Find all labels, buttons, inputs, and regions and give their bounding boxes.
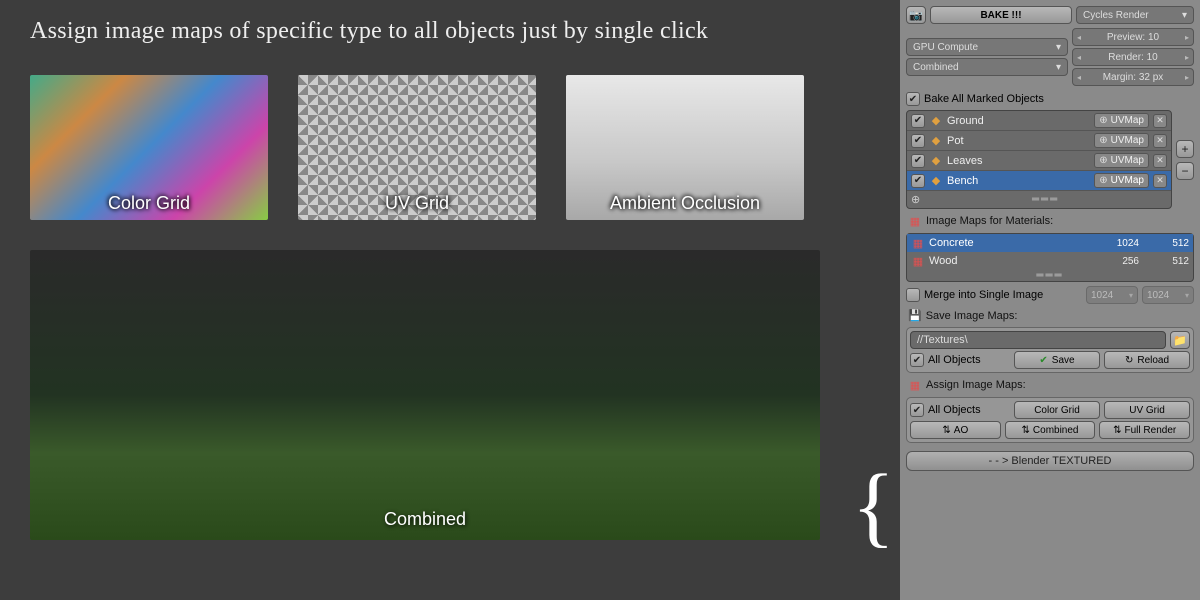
add-object-button[interactable]: + bbox=[1176, 140, 1194, 158]
uv-map-field[interactable]: ⊕UVMap bbox=[1094, 113, 1149, 128]
pass-dropdown[interactable]: Combined▾ bbox=[906, 58, 1068, 76]
link-icon: ⇅ bbox=[1022, 425, 1030, 436]
list-grip[interactable]: ═══ bbox=[907, 270, 1193, 281]
obj-checkbox[interactable] bbox=[911, 154, 925, 168]
camera-icon[interactable]: 📷 bbox=[906, 6, 926, 24]
globe-icon: ⊕ bbox=[1099, 115, 1107, 126]
material-height: 512 bbox=[1143, 238, 1189, 249]
browse-folder-button[interactable]: 📁 bbox=[1170, 331, 1190, 349]
all-objects-label: All Objects bbox=[928, 354, 1010, 366]
link-icon: ⇅ bbox=[1113, 425, 1121, 436]
list-item[interactable]: ◆ Pot ⊕UVMap ✕ bbox=[907, 131, 1171, 151]
list-item[interactable]: ◆ Bench ⊕UVMap ✕ bbox=[907, 171, 1171, 191]
material-width: 1024 bbox=[1093, 238, 1139, 249]
uv-map-field[interactable]: ⊕UVMap bbox=[1094, 173, 1149, 188]
uv-map-field[interactable]: ⊕UVMap bbox=[1094, 153, 1149, 168]
globe-icon: ⊕ bbox=[1099, 135, 1107, 146]
mesh-icon: ◆ bbox=[929, 154, 943, 168]
texture-icon: ▦ bbox=[911, 236, 925, 250]
combined-button[interactable]: ⇅Combined bbox=[1005, 421, 1096, 439]
thumb-uv-grid: UV Grid bbox=[298, 75, 536, 220]
obj-name: Leaves bbox=[947, 155, 1090, 167]
merge-height-field[interactable]: 1024▾ bbox=[1142, 286, 1194, 304]
render-field[interactable]: ◂Render: 10▸ bbox=[1072, 48, 1194, 66]
thumb-ambient-occlusion: Ambient Occlusion bbox=[566, 75, 804, 220]
thumb-color-grid: Color Grid bbox=[30, 75, 268, 220]
bake-panel: 📷 BAKE !!! Cycles Render▾ GPU Compute▾ C… bbox=[900, 0, 1200, 600]
image-maps-label: Image Maps for Materials: bbox=[926, 215, 1053, 227]
uv-grid-button[interactable]: UV Grid bbox=[1104, 401, 1190, 419]
brace-decoration: { bbox=[852, 462, 895, 552]
main-render-image: Combined bbox=[30, 250, 820, 540]
material-name: Concrete bbox=[929, 237, 1089, 249]
list-grip[interactable]: ═══ bbox=[924, 194, 1167, 205]
bake-all-label: Bake All Marked Objects bbox=[924, 93, 1044, 105]
globe-icon: ⊕ bbox=[1099, 155, 1107, 166]
save-header-label: Save Image Maps: bbox=[926, 310, 1018, 322]
assign-all-objects-label: All Objects bbox=[928, 404, 1010, 416]
obj-name: Ground bbox=[947, 115, 1090, 127]
obj-name: Bench bbox=[947, 175, 1090, 187]
thumb-label: UV Grid bbox=[298, 193, 536, 214]
save-icon: 💾 bbox=[908, 309, 922, 322]
material-list: ▦ Concrete 1024 512 ▦ Wood 256 512 ═══ bbox=[906, 233, 1194, 282]
full-render-button[interactable]: ⇅Full Render bbox=[1099, 421, 1190, 439]
link-icon: ⇅ bbox=[942, 425, 950, 436]
list-item[interactable]: ◆ Leaves ⊕UVMap ✕ bbox=[907, 151, 1171, 171]
object-list: ◆ Ground ⊕UVMap ✕ ◆ Pot ⊕UVMap ✕ ◆ Leave… bbox=[906, 110, 1172, 209]
margin-field[interactable]: ◂Margin: 32 px▸ bbox=[1072, 68, 1194, 86]
obj-checkbox[interactable] bbox=[911, 114, 925, 128]
render-engine-dropdown[interactable]: Cycles Render▾ bbox=[1076, 6, 1194, 24]
thumb-label: Ambient Occlusion bbox=[566, 193, 804, 214]
bake-button[interactable]: BAKE !!! bbox=[930, 6, 1072, 24]
material-height: 512 bbox=[1143, 256, 1189, 267]
color-grid-button[interactable]: Color Grid bbox=[1014, 401, 1100, 419]
remove-icon[interactable]: ✕ bbox=[1153, 114, 1167, 128]
add-icon[interactable]: ⊕ bbox=[911, 193, 920, 206]
main-render-label: Combined bbox=[30, 509, 820, 530]
save-path-input[interactable]: //Textures\ bbox=[910, 331, 1166, 349]
material-row[interactable]: ▦ Concrete 1024 512 bbox=[907, 234, 1193, 252]
device-dropdown[interactable]: GPU Compute▾ bbox=[906, 38, 1068, 56]
obj-checkbox[interactable] bbox=[911, 134, 925, 148]
remove-object-button[interactable]: − bbox=[1176, 162, 1194, 180]
list-footer: ⊕ ═══ bbox=[907, 191, 1171, 208]
obj-checkbox[interactable] bbox=[911, 174, 925, 188]
obj-name: Pot bbox=[947, 135, 1090, 147]
list-item[interactable]: ◆ Ground ⊕UVMap ✕ bbox=[907, 111, 1171, 131]
bake-all-checkbox[interactable] bbox=[906, 92, 920, 106]
remove-icon[interactable]: ✕ bbox=[1153, 174, 1167, 188]
check-icon: ✔ bbox=[1039, 355, 1047, 366]
merge-label: Merge into Single Image bbox=[924, 289, 1082, 301]
material-width: 256 bbox=[1093, 256, 1139, 267]
mesh-icon: ◆ bbox=[929, 114, 943, 128]
globe-icon: ⊕ bbox=[1099, 175, 1107, 186]
assign-header-label: Assign Image Maps: bbox=[926, 379, 1026, 391]
save-button[interactable]: ✔Save bbox=[1014, 351, 1100, 369]
assign-all-objects-checkbox[interactable] bbox=[910, 403, 924, 417]
uv-map-field[interactable]: ⊕UVMap bbox=[1094, 133, 1149, 148]
remove-icon[interactable]: ✕ bbox=[1153, 154, 1167, 168]
mesh-icon: ◆ bbox=[929, 134, 943, 148]
reload-icon: ↻ bbox=[1125, 355, 1133, 366]
page-title: Assign image maps of specific type to al… bbox=[30, 18, 840, 45]
all-objects-checkbox[interactable] bbox=[910, 353, 924, 367]
material-row[interactable]: ▦ Wood 256 512 bbox=[907, 252, 1193, 270]
blender-textured-button[interactable]: - - > Blender TEXTURED bbox=[906, 451, 1194, 471]
thumb-label: Color Grid bbox=[30, 193, 268, 214]
texture-icon: ▦ bbox=[911, 254, 925, 268]
preview-field[interactable]: ◂Preview: 10▸ bbox=[1072, 28, 1194, 46]
merge-checkbox[interactable] bbox=[906, 288, 920, 302]
reload-button[interactable]: ↻Reload bbox=[1104, 351, 1190, 369]
texture-icon: ▦ bbox=[908, 378, 922, 392]
texture-icon: ▦ bbox=[908, 214, 922, 228]
material-name: Wood bbox=[929, 255, 1089, 267]
remove-icon[interactable]: ✕ bbox=[1153, 134, 1167, 148]
ao-button[interactable]: ⇅AO bbox=[910, 421, 1001, 439]
mesh-icon: ◆ bbox=[929, 174, 943, 188]
merge-width-field[interactable]: 1024▾ bbox=[1086, 286, 1138, 304]
